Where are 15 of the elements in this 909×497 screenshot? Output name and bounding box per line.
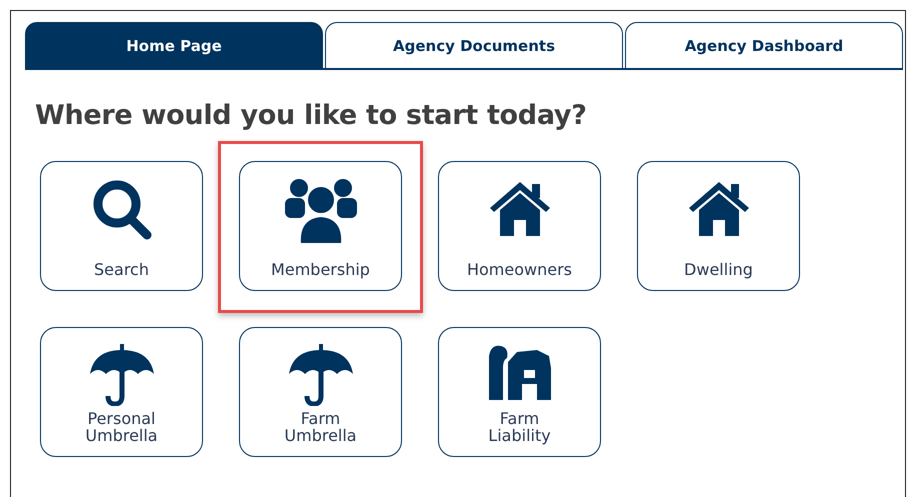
tile-button[interactable]: Dwelling [637,161,800,291]
tile-button[interactable]: Personal Umbrella [40,327,203,457]
tile-button[interactable]: Farm Liability [438,327,601,457]
tile-button[interactable]: Membership [239,161,402,291]
umbrella-icon [288,344,354,406]
people-icon [284,178,358,246]
tile-button[interactable]: Search [40,161,203,291]
page-heading: Where would you like to start today? [35,100,588,131]
umbrella-icon [88,344,154,406]
barn-icon [488,344,550,400]
tile-button[interactable]: Homeowners [438,161,601,291]
tab[interactable]: Agency Documents [325,22,623,68]
tab[interactable]: Home Page [25,22,323,68]
tab[interactable]: Agency Dashboard [625,22,903,68]
tile-button[interactable]: Farm Umbrella [239,327,402,457]
